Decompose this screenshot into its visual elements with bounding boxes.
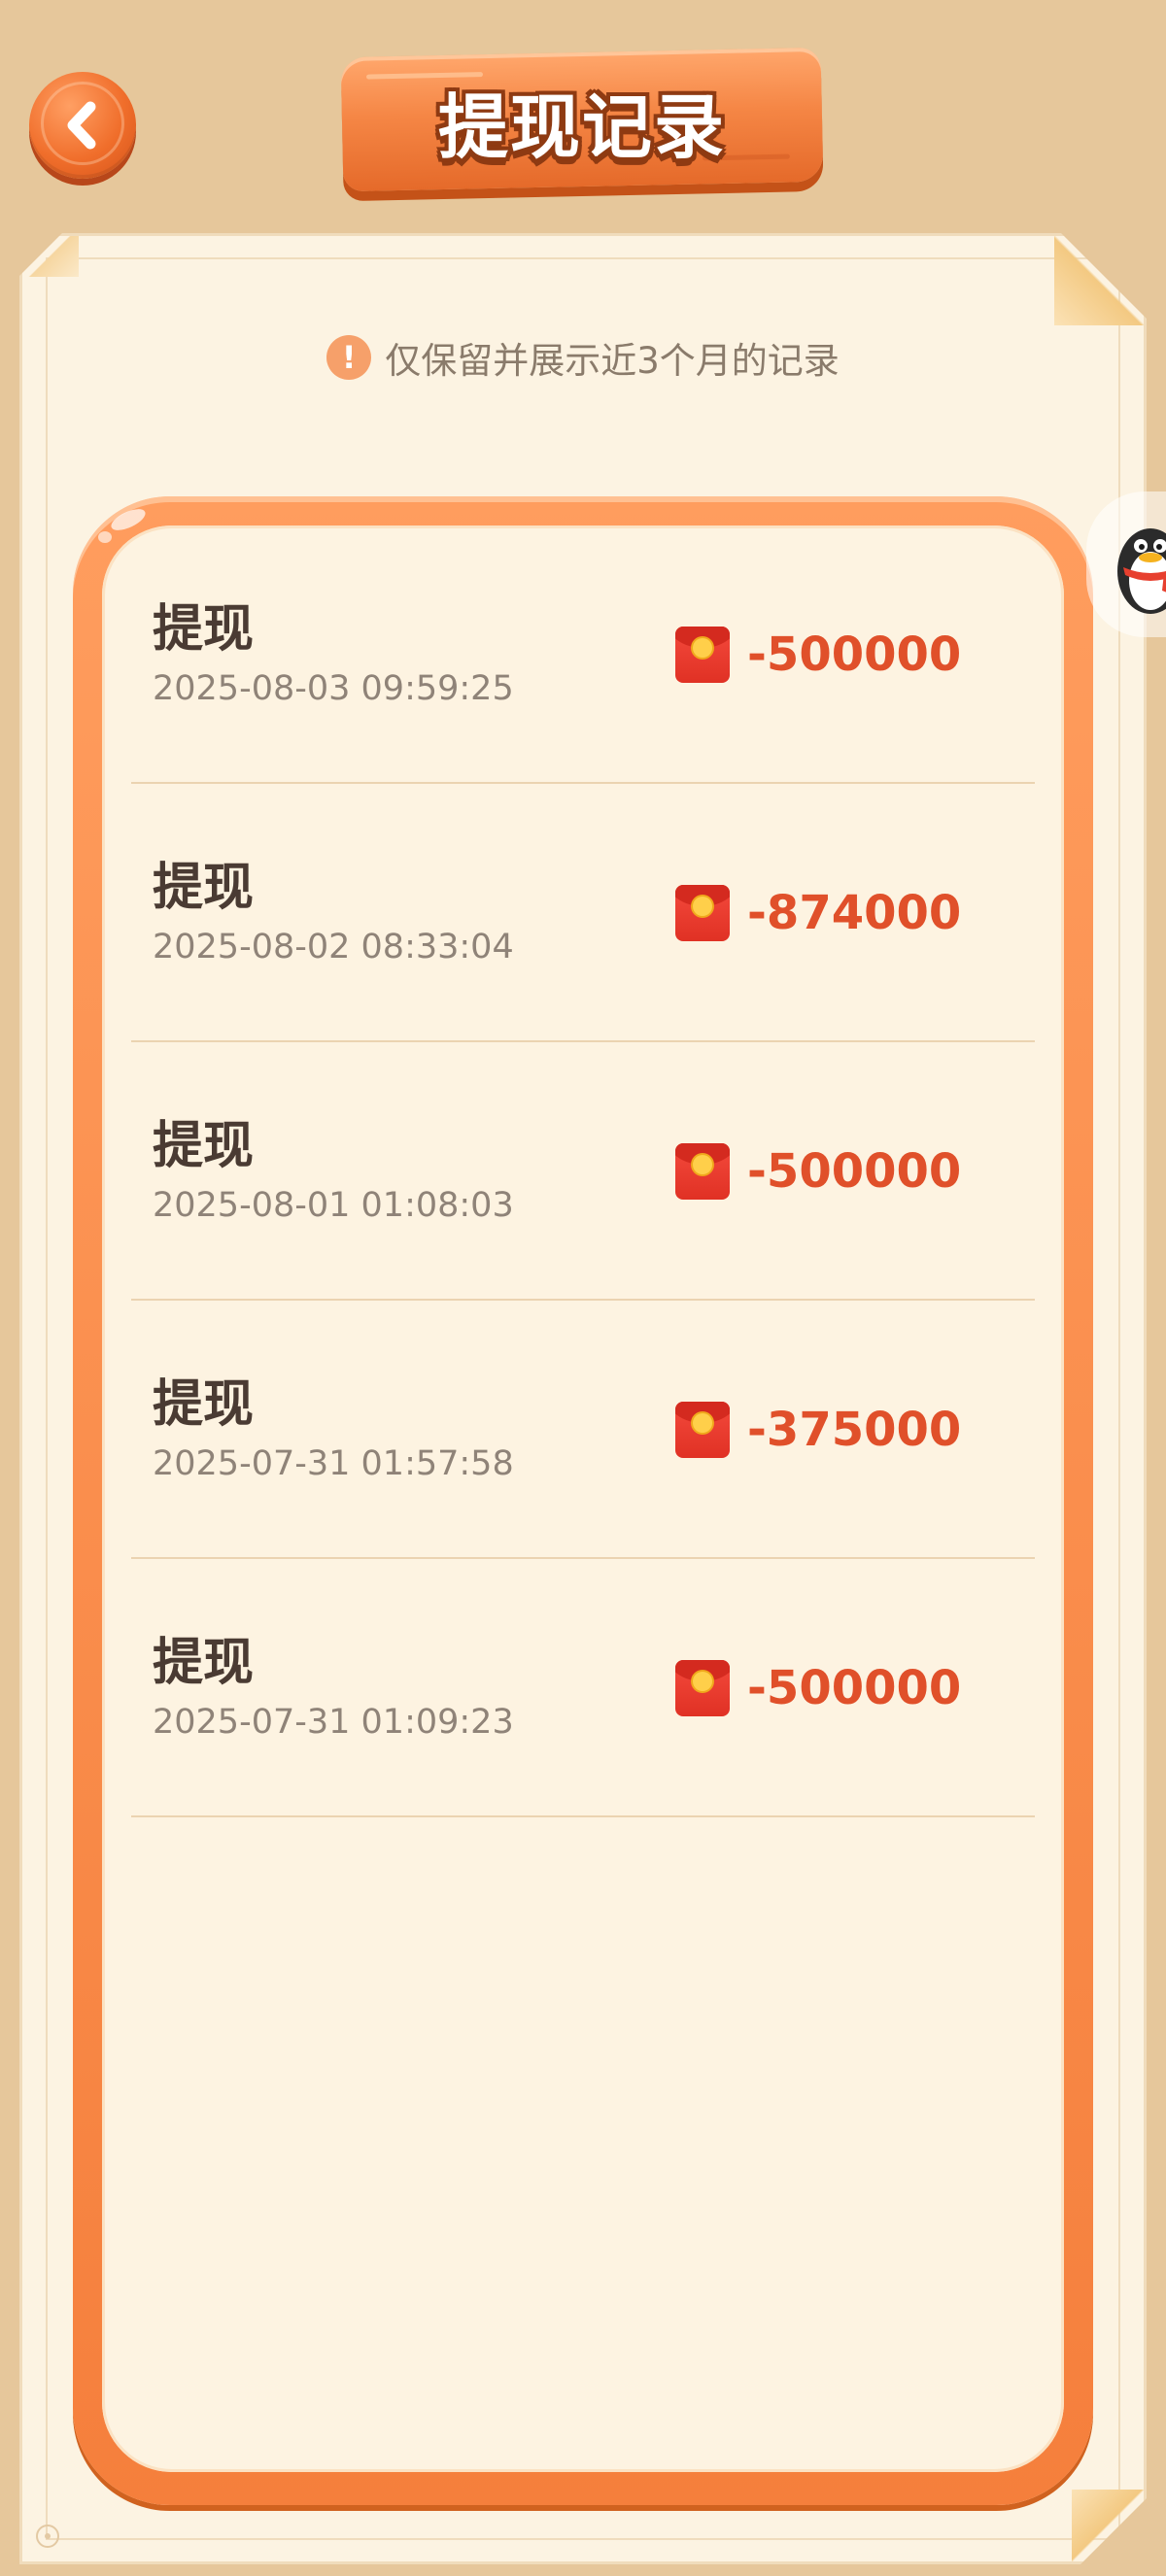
record-row: 提现 2025-08-01 01:08:03 -500000 (131, 1042, 1035, 1301)
paper-fold-top-left (22, 236, 79, 277)
record-amount: -375000 (675, 1402, 961, 1458)
record-list: 提现 2025-08-03 09:59:25 -500000 提现 2025-0… (131, 525, 1035, 1817)
record-title: 提现 (153, 1117, 255, 1175)
record-time: 2025-07-31 01:09:23 (153, 1703, 514, 1742)
page-title: 提现记录 (437, 86, 726, 168)
amount-value: -500000 (747, 1661, 962, 1715)
paper-fold-top-right (1054, 236, 1144, 325)
record-time: 2025-07-31 01:57:58 (153, 1444, 514, 1483)
penguin-icon (1117, 528, 1166, 614)
back-button[interactable] (29, 72, 136, 179)
paper-panel: ! 仅保留并展示近3个月的记录 提现 2025-08-03 09:59:25 -… (18, 232, 1148, 2565)
red-packet-icon (675, 885, 730, 941)
record-time: 2025-08-02 08:33:04 (153, 928, 514, 966)
record-row: 提现 2025-07-31 01:57:58 -375000 (131, 1301, 1035, 1559)
red-packet-icon (675, 1402, 730, 1458)
red-packet-icon (675, 1660, 730, 1716)
title-board: 提现记录 (340, 47, 824, 198)
paper-fold-bottom-right (1072, 2490, 1144, 2561)
floating-helper-button[interactable] (1086, 491, 1166, 637)
notice-text: 仅保留并展示近3个月的记录 (385, 340, 840, 382)
record-time: 2025-08-01 01:08:03 (153, 1186, 514, 1225)
record-row: 提现 2025-07-31 01:09:23 -500000 (131, 1559, 1035, 1817)
amount-value: -500000 (747, 627, 962, 682)
amount-value: -874000 (747, 886, 962, 940)
record-title: 提现 (153, 859, 255, 917)
record-title: 提现 (153, 1634, 255, 1692)
record-amount: -874000 (675, 885, 961, 941)
chevron-left-icon (67, 101, 96, 150)
red-packet-icon (675, 1143, 730, 1200)
record-amount: -500000 (675, 627, 961, 683)
record-amount: -500000 (675, 1660, 961, 1716)
record-row: 提现 2025-08-03 09:59:25 -500000 (131, 525, 1035, 784)
amount-value: -375000 (747, 1403, 962, 1457)
amount-value: -500000 (747, 1144, 962, 1199)
record-row: 提现 2025-08-02 08:33:04 -874000 (131, 784, 1035, 1042)
records-card-frame: 提现 2025-08-03 09:59:25 -500000 提现 2025-0… (73, 496, 1093, 2505)
record-title: 提现 (153, 1375, 255, 1434)
records-card: 提现 2025-08-03 09:59:25 -500000 提现 2025-0… (102, 525, 1064, 2472)
record-time: 2025-08-03 09:59:25 (153, 669, 514, 708)
record-amount: -500000 (675, 1143, 961, 1200)
red-packet-icon (675, 627, 730, 683)
corner-dot-decoration (36, 2525, 59, 2548)
exclamation-icon: ! (326, 335, 372, 380)
record-title: 提现 (153, 600, 255, 659)
retention-notice: ! 仅保留并展示近3个月的记录 (22, 331, 1144, 384)
